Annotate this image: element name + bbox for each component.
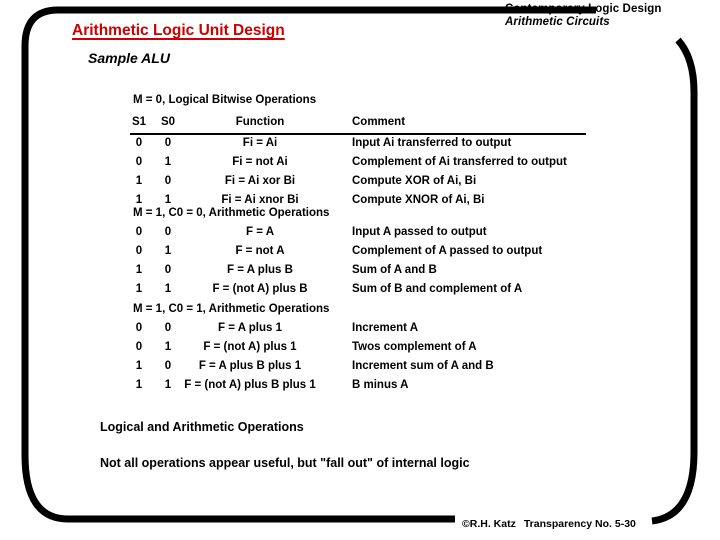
table-row: 00F = A plus 1 Increment A bbox=[0, 322, 720, 339]
note-line-2: Not all operations appear useful, but "f… bbox=[100, 456, 470, 470]
cell-s0: 1 bbox=[164, 194, 172, 206]
footer-credit: ©R.H. Katz Transparency No. 5-30 bbox=[462, 518, 636, 530]
cell-s1: 1 bbox=[135, 283, 143, 295]
cell-s1: 0 bbox=[135, 245, 143, 257]
table-row: 0 1 Fi = not Ai Complement of Ai transferre… bbox=[0, 156, 720, 173]
cell-function: Fi = Ai bbox=[242, 137, 278, 149]
table-caption: M = 0, Logical Bitwise Operations bbox=[133, 94, 317, 106]
cell-comment: Increment A bbox=[352, 322, 419, 334]
cell-s1: 1 bbox=[135, 264, 143, 276]
cell-s1: 1 bbox=[135, 175, 143, 187]
slide-canvas: Contemporary Logic Design Arithmetic Cir… bbox=[0, 0, 720, 540]
footer-transparency-number: Transparency No. 5-30 bbox=[523, 518, 636, 530]
cell-function: F = not A bbox=[235, 245, 285, 257]
cell-function: F = A plus B plus 1 bbox=[198, 360, 302, 372]
page-subtitle: Sample ALU bbox=[88, 50, 170, 66]
table-row: 0 0 Fi = Ai Input Ai transferred to output bbox=[0, 137, 720, 154]
table-row: 10F = A plus B plus 1 Increment sum of A … bbox=[0, 360, 720, 377]
cell-comment: Sum of B and complement of A bbox=[352, 283, 523, 295]
table-row: 1 0 Fi = Ai xor Bi Compute XOR of Ai, Bi bbox=[0, 175, 720, 192]
column-header-function: Function bbox=[235, 116, 285, 128]
cell-comment: Complement of A passed to output bbox=[352, 245, 543, 257]
cell-s1: 1 bbox=[135, 360, 143, 372]
column-header-comment: Comment bbox=[352, 116, 406, 128]
cell-function: Fi = Ai xor Bi bbox=[224, 175, 296, 187]
cell-s0: 1 bbox=[164, 283, 172, 295]
note-line-1: Logical and Arithmetic Operations bbox=[100, 420, 304, 434]
cell-comment: Compute XNOR of Ai, Bi bbox=[352, 194, 485, 206]
cell-s1: 0 bbox=[135, 137, 143, 149]
cell-comment: Increment sum of A and B bbox=[352, 360, 494, 372]
cell-comment: Sum of A and B bbox=[352, 264, 437, 276]
table-header-rule bbox=[130, 133, 586, 135]
header-chapter-title: Arithmetic Circuits bbox=[505, 15, 610, 28]
cell-function: Fi = Ai xnor Bi bbox=[221, 194, 299, 206]
column-header-s1: S1 bbox=[131, 116, 147, 128]
cell-comment: B minus A bbox=[352, 379, 409, 391]
cell-s1: 0 bbox=[135, 226, 143, 238]
cell-s0: 1 bbox=[164, 245, 172, 257]
cell-s0: 0 bbox=[164, 175, 172, 187]
cell-function: F = (not A) plus B plus 1 bbox=[184, 379, 316, 391]
cell-function: F = (not A) plus 1 bbox=[203, 341, 297, 353]
cell-s1: 0 bbox=[135, 156, 143, 168]
table-header-row: S1 S0 Function Comment bbox=[0, 116, 720, 133]
table-row: 11F = (not A) plus B plus 1B minus A bbox=[0, 379, 720, 396]
table-row: 0 1 F = not A Complement of A passed to out… bbox=[0, 245, 720, 262]
table-row: 1 1 F = (not A) plus B Sum of B and complem… bbox=[0, 283, 720, 300]
header-course-title: Contemporary Logic Design bbox=[505, 3, 662, 15]
cell-s1: 0 bbox=[135, 322, 143, 334]
cell-s1: 1 bbox=[135, 379, 143, 391]
footer-copyright: ©R.H. Katz bbox=[462, 518, 516, 530]
table-row: 1 1 Fi = Ai xnor Bi Compute XNOR of Ai, Bi bbox=[0, 194, 720, 211]
cell-function: F = (not A) plus B bbox=[212, 283, 308, 295]
cell-s0: 0 bbox=[164, 137, 172, 149]
cell-s0: 0 bbox=[164, 264, 172, 276]
cell-s1: 1 bbox=[135, 194, 143, 206]
cell-s0: 0 bbox=[164, 226, 172, 238]
cell-function: Fi = not Ai bbox=[232, 156, 288, 168]
table-caption: M = 1, C0 = 0, Arithmetic Operations bbox=[133, 207, 330, 219]
cell-s1: 0 bbox=[135, 341, 143, 353]
table-row: 0 0 F = A Input A passed to output bbox=[0, 226, 720, 243]
table-caption: M = 1, C0 = 1, Arithmetic Operations bbox=[133, 303, 330, 315]
cell-comment: Input Ai transferred to output bbox=[352, 137, 512, 149]
cell-comment: Compute XOR of Ai, Bi bbox=[352, 175, 477, 187]
column-header-s0: S0 bbox=[160, 116, 176, 128]
table-row: 1 0 F = A plus B Sum of A and B bbox=[0, 264, 720, 281]
cell-comment: Input A passed to output bbox=[352, 226, 487, 238]
page-title: Arithmetic Logic Unit Design bbox=[72, 22, 285, 39]
cell-comment: Twos complement of A bbox=[352, 341, 477, 353]
cell-comment: Complement of Ai transferred to output bbox=[352, 156, 567, 168]
table-row: 01F = (not A) plus 1 Twos complement of A bbox=[0, 341, 720, 358]
cell-function: F = A plus B bbox=[227, 264, 293, 276]
header-block: Contemporary Logic Design Arithmetic Cir… bbox=[505, 3, 720, 29]
cell-function: F = A plus 1 bbox=[217, 322, 282, 334]
cell-s0: 1 bbox=[164, 156, 172, 168]
cell-function: F = A bbox=[245, 226, 274, 238]
